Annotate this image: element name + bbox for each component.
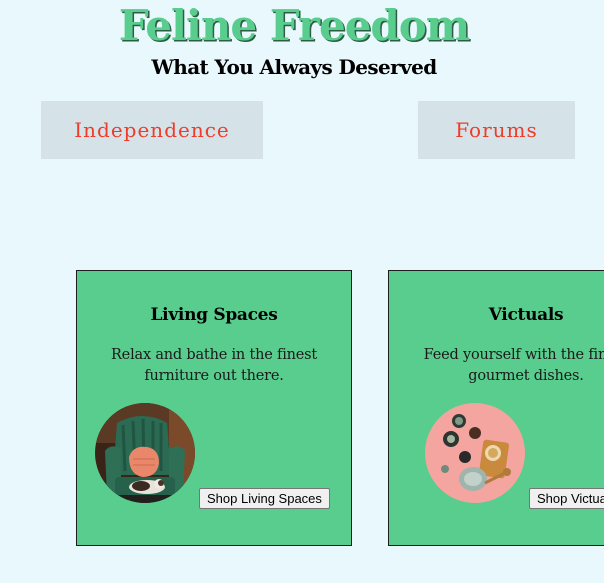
card-description: Feed yourself with the finest gourmet di… — [423, 347, 604, 384]
victuals-card: Victuals Feed yourself with the finest g… — [388, 270, 604, 546]
card-description: Relax and bathe in the finest furniture … — [110, 347, 318, 384]
page: Feline Freedom What You Always Deserved … — [0, 0, 604, 583]
living-spaces-card: Living Spaces Relax and bathe in the fin… — [76, 270, 352, 546]
nav-independence-button[interactable]: Independence — [41, 101, 263, 159]
site-title: Feline Freedom — [118, 1, 471, 50]
shop-victuals-button[interactable]: Shop Victuals — [529, 488, 604, 509]
gourmet-dishes-image — [425, 403, 525, 503]
site-subtitle: What You Always Deserved — [151, 55, 437, 79]
card-title: Living Spaces — [150, 305, 278, 325]
shop-living-spaces-button[interactable]: Shop Living Spaces — [199, 488, 330, 509]
cat-on-armchair-image — [95, 403, 195, 503]
nav-forums-button[interactable]: Forums — [418, 101, 575, 159]
card-title: Victuals — [488, 305, 564, 325]
